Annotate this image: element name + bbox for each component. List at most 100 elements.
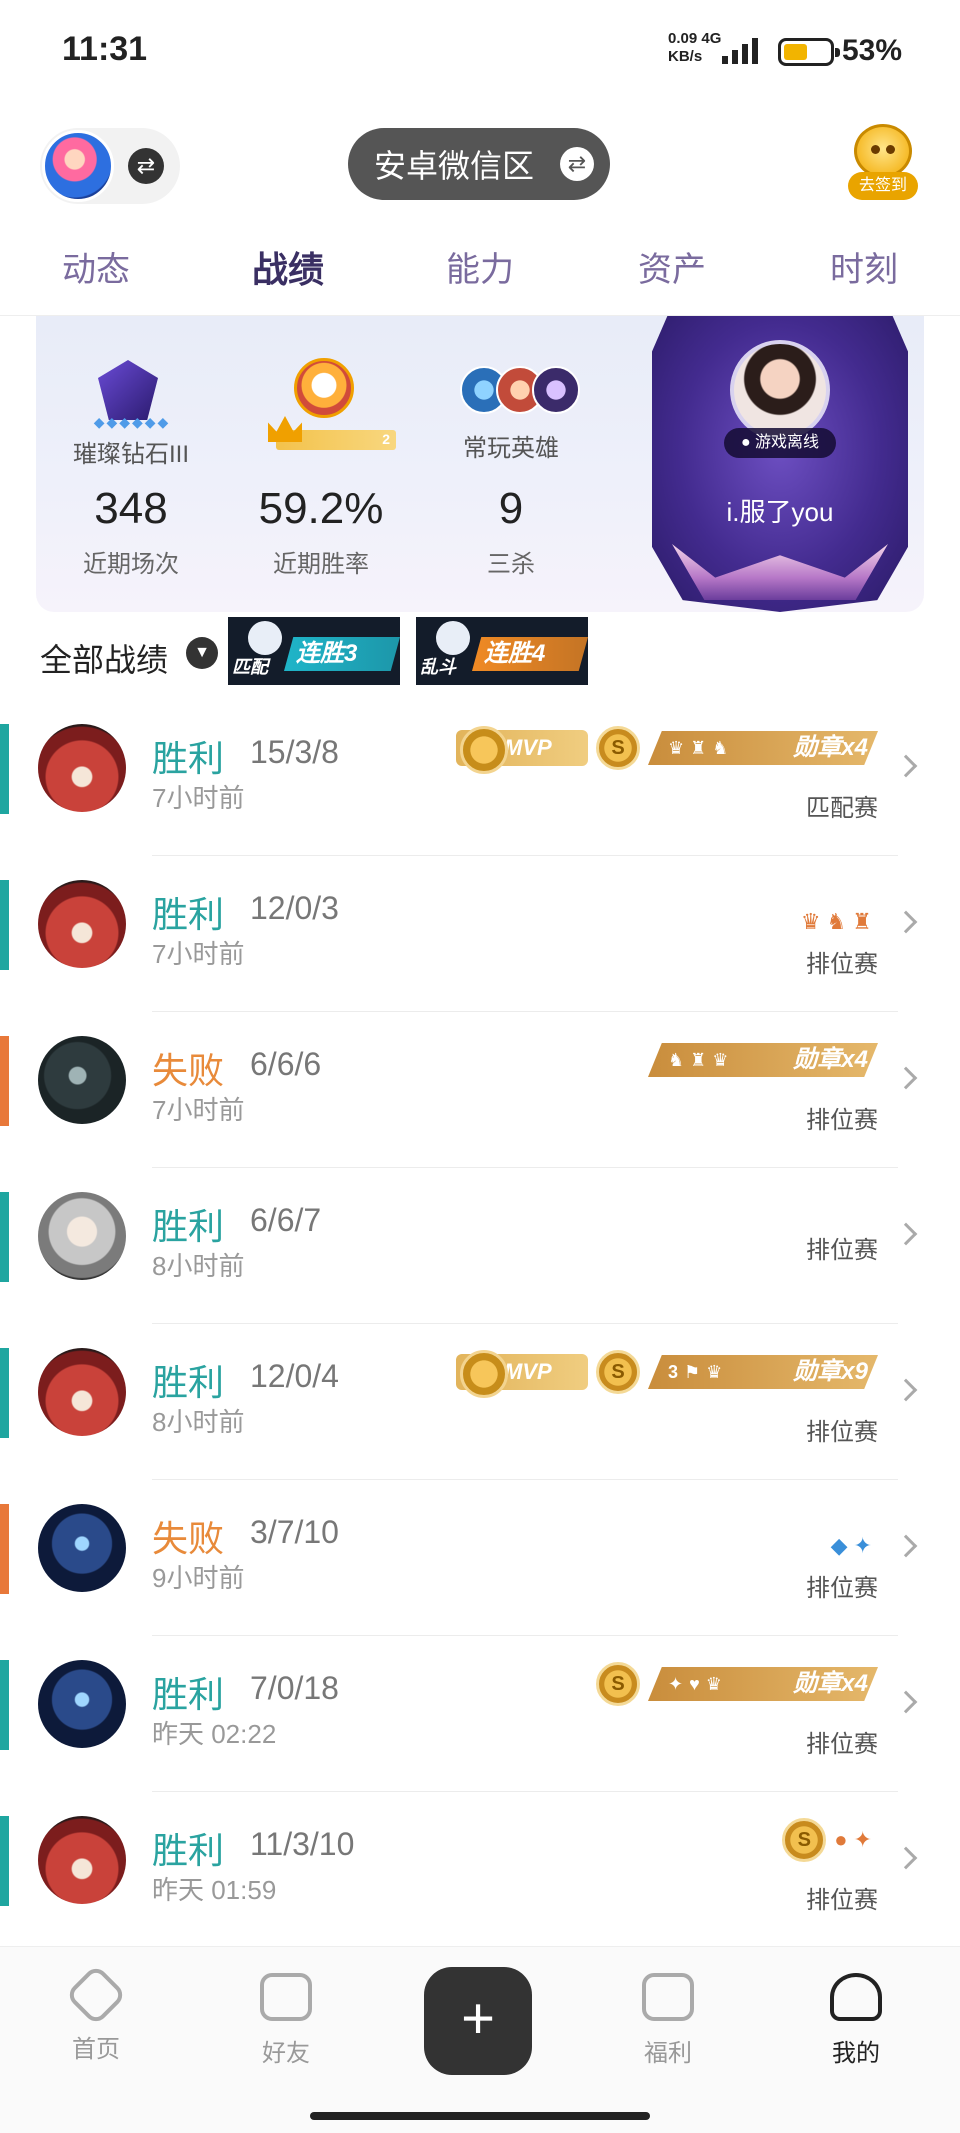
home-indicator	[310, 2112, 650, 2120]
medal-icons: ♛♜♞	[668, 738, 735, 758]
match-result: 失败	[152, 1518, 225, 1559]
hero-avatar	[38, 724, 126, 812]
chevron-right-icon	[894, 1846, 918, 1870]
match-badges: ♞♜♛ 勋章x4	[648, 1040, 878, 1080]
create-button[interactable]: +	[424, 1967, 532, 2075]
signin-button[interactable]: 去签到	[848, 124, 918, 208]
match-time: 7小时前	[152, 939, 245, 969]
filter-row: 全部战绩 ▼ 匹配 连胜3 乱斗 连胜4	[40, 615, 920, 685]
battery-percent: 53%	[842, 34, 903, 67]
match-kda: 7/0/18	[250, 1670, 339, 1706]
nav-welfare[interactable]: 福利	[608, 1973, 728, 2068]
chevron-right-icon	[894, 1378, 918, 1402]
result-bar	[0, 880, 9, 970]
match-row[interactable]: 胜利 12/0/4 8小时前 MVP S 3⚑♛ 勋章x9 排位赛	[0, 1324, 960, 1480]
match-mode: 排位赛	[806, 951, 878, 978]
nav-label: 好友	[262, 2040, 310, 2067]
mvp-badge: MVP	[456, 726, 588, 774]
result-bar	[0, 1660, 9, 1750]
nav-label: 首页	[72, 2036, 120, 2063]
match-result: 胜利	[152, 1830, 225, 1871]
streak-badge-brawl[interactable]: 乱斗 连胜4	[416, 617, 588, 685]
net-type: 4G	[701, 30, 722, 47]
tab-activity[interactable]: 动态	[0, 224, 192, 315]
rank-stars: ◆◆◆◆◆◆	[93, 414, 171, 430]
nav-label: 福利	[644, 2040, 692, 2067]
favorite-heroes-label: 常玩英雄	[463, 435, 559, 462]
tab-ability[interactable]: 能力	[384, 224, 576, 315]
nav-me[interactable]: 我的	[796, 1973, 916, 2068]
summary-card: ◆◆◆◆◆◆ 璀璨钻石III 348 近期场次 2 59.2% 近期胜率 常玩英…	[36, 316, 924, 612]
net-speed-unit: KB/s	[668, 48, 703, 65]
result-bar	[0, 724, 9, 814]
tab-assets[interactable]: 资产	[576, 224, 768, 315]
result-bar	[0, 1192, 9, 1282]
frame-ornament	[672, 544, 888, 600]
streak-mode: 匹配	[232, 657, 268, 677]
match-time: 昨天 02:22	[152, 1719, 277, 1749]
nickname: i.服了you	[726, 497, 834, 527]
profile-frame[interactable]: ● 游戏离线 i.服了you	[652, 316, 908, 612]
nav-home[interactable]: 首页	[36, 1963, 156, 2064]
match-kda: 15/3/8	[250, 734, 339, 770]
match-row[interactable]: 胜利 7/0/18 昨天 02:22 S ✦♥♛ 勋章x4 排位赛	[0, 1636, 960, 1792]
result-bar	[0, 1816, 9, 1906]
hero-thumb	[532, 366, 580, 414]
medal-badge: ♞♜♛ 勋章x4	[648, 1043, 878, 1077]
match-time: 7小时前	[152, 783, 245, 813]
match-row[interactable]: 胜利 6/6/7 8小时前 排位赛	[0, 1168, 960, 1324]
match-result: 胜利	[152, 738, 225, 779]
match-result: 胜利	[152, 1362, 225, 1403]
network-speed: 0.09 4G KB/s	[668, 30, 721, 66]
tab-moments[interactable]: 时刻	[768, 224, 960, 315]
status-time: 11:31	[62, 30, 148, 68]
match-mode: 排位赛	[806, 1887, 878, 1914]
match-mode: 排位赛	[806, 1237, 878, 1264]
tab-bar: 动态 战绩 能力 资产 时刻	[0, 224, 960, 316]
battery-icon	[778, 38, 840, 66]
streak-badge-match[interactable]: 匹配 连胜3	[228, 617, 400, 685]
penguin-icon	[436, 621, 470, 655]
hero-avatar	[38, 1192, 126, 1280]
match-badges: S ✦♥♛ 勋章x4	[596, 1662, 878, 1706]
penguin-icon	[248, 621, 282, 655]
medal-icons: 3⚑♛	[668, 1362, 729, 1382]
match-list: 胜利 15/3/8 7小时前 MVP S ♛♜♞ 勋章x4 匹配赛 胜利 12/0…	[0, 700, 960, 1948]
top-header: ⇄ 安卓微信区 ⇄ 去签到	[0, 110, 960, 220]
result-bar	[0, 1348, 9, 1438]
match-badges: ♛♞♜	[801, 902, 878, 942]
match-row[interactable]: 失败 6/6/6 7小时前 ♞♜♛ 勋章x4 排位赛	[0, 1012, 960, 1168]
region-selector[interactable]: 安卓微信区 ⇄	[348, 128, 610, 200]
winrate-label: 近期胜率	[273, 551, 369, 578]
user-icon	[830, 1973, 882, 2021]
match-row[interactable]: 胜利 15/3/8 7小时前 MVP S ♛♜♞ 勋章x4 匹配赛	[0, 700, 960, 856]
tab-records[interactable]: 战绩	[192, 224, 384, 315]
match-time: 8小时前	[152, 1251, 245, 1281]
s-coin-icon: S	[782, 1818, 827, 1862]
result-bar	[0, 1036, 9, 1126]
triple-kills-count: 9	[498, 484, 524, 533]
gift-heart-icon	[642, 1973, 694, 2021]
account-switcher[interactable]: ⇄	[40, 128, 180, 204]
filter-dropdown-label[interactable]: 全部战绩	[40, 635, 168, 681]
medal-badge: ♛♜♞ 勋章x4	[648, 731, 878, 765]
chevron-down-icon[interactable]: ▼	[186, 637, 218, 669]
achievement-icons: ●✦	[834, 1827, 878, 1852]
nav-friends[interactable]: 好友	[226, 1973, 346, 2068]
recent-games-label: 近期场次	[83, 551, 179, 578]
rank-emblem-icon	[98, 360, 158, 420]
match-row[interactable]: 胜利 11/3/10 昨天 01:59 S ●✦ 排位赛	[0, 1792, 960, 1948]
match-time: 9小时前	[152, 1563, 245, 1593]
hero-avatar	[38, 1816, 126, 1904]
match-row[interactable]: 胜利 12/0/3 7小时前 ♛♞♜ 排位赛	[0, 856, 960, 1012]
match-row[interactable]: 失败 3/7/10 9小时前 ◆✦ 排位赛	[0, 1480, 960, 1636]
match-kda: 12/0/4	[250, 1358, 339, 1394]
s-coin-icon: S	[596, 1662, 640, 1706]
mvp-badge: MVP	[456, 1350, 588, 1398]
chat-icon	[260, 1973, 312, 2021]
online-status-badge: ● 游戏离线	[724, 428, 836, 458]
s-coin-icon: S	[596, 1350, 640, 1394]
chevron-right-icon	[894, 1222, 918, 1246]
avatar	[42, 130, 114, 202]
match-kda: 11/3/10	[250, 1826, 355, 1862]
